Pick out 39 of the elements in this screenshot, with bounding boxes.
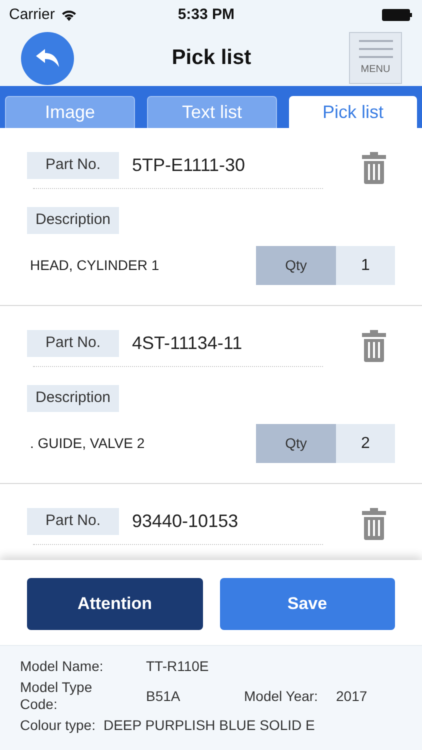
menu-button[interactable]: MENU xyxy=(349,32,402,84)
quantity-value: 2 xyxy=(336,424,395,463)
model-name-label: Model Name: xyxy=(20,657,104,676)
trash-icon[interactable] xyxy=(362,152,386,184)
colour-type-label: Colour type: xyxy=(20,716,96,735)
wifi-icon xyxy=(60,9,77,21)
quantity-label: Qty xyxy=(256,246,336,285)
model-name: TT-R110E xyxy=(146,657,209,676)
model-type-code-label: Model Type Code: xyxy=(20,679,94,713)
quantity-value: 1 xyxy=(336,246,395,285)
model-year-label: Model Year: xyxy=(244,686,319,706)
tab[interactable]: Image xyxy=(5,96,135,128)
model-type-code: B51A xyxy=(146,686,182,706)
part-number: 5TP-E1111-30 xyxy=(132,154,246,177)
back-button[interactable] xyxy=(21,32,74,84)
part-number-label: Part No. xyxy=(27,152,119,179)
reply-arrow-icon xyxy=(36,49,60,67)
description-label: Description xyxy=(27,207,119,234)
save-button[interactable]: Save xyxy=(220,578,395,630)
trash-icon[interactable] xyxy=(362,508,386,540)
part-number: 4ST-11134-11 xyxy=(132,332,242,355)
part-number-label: Part No. xyxy=(27,508,119,535)
part-number: 93440-10153 xyxy=(132,510,238,533)
part-description: . GUIDE, VALVE 2 xyxy=(30,434,145,453)
quantity-label: Qty xyxy=(256,424,336,463)
attention-button[interactable]: Attention xyxy=(27,578,202,630)
tab[interactable]: Pick list xyxy=(289,96,417,128)
part-number-label: Part No. xyxy=(27,330,119,357)
menu-icon xyxy=(358,40,392,58)
clock-time: 5:33 PM xyxy=(178,4,235,25)
page-title: Pick list xyxy=(170,45,252,72)
colour-type: DEEP PURPLISH BLUE SOLID E xyxy=(103,716,315,735)
trash-icon[interactable] xyxy=(362,330,386,362)
battery-icon xyxy=(382,9,413,21)
tab[interactable]: Text list xyxy=(147,96,277,128)
carrier-label: Carrier xyxy=(9,4,55,25)
description-label: Description xyxy=(27,385,119,412)
part-description: HEAD, CYLINDER 1 xyxy=(30,256,160,275)
model-year: 2017 xyxy=(336,686,368,706)
